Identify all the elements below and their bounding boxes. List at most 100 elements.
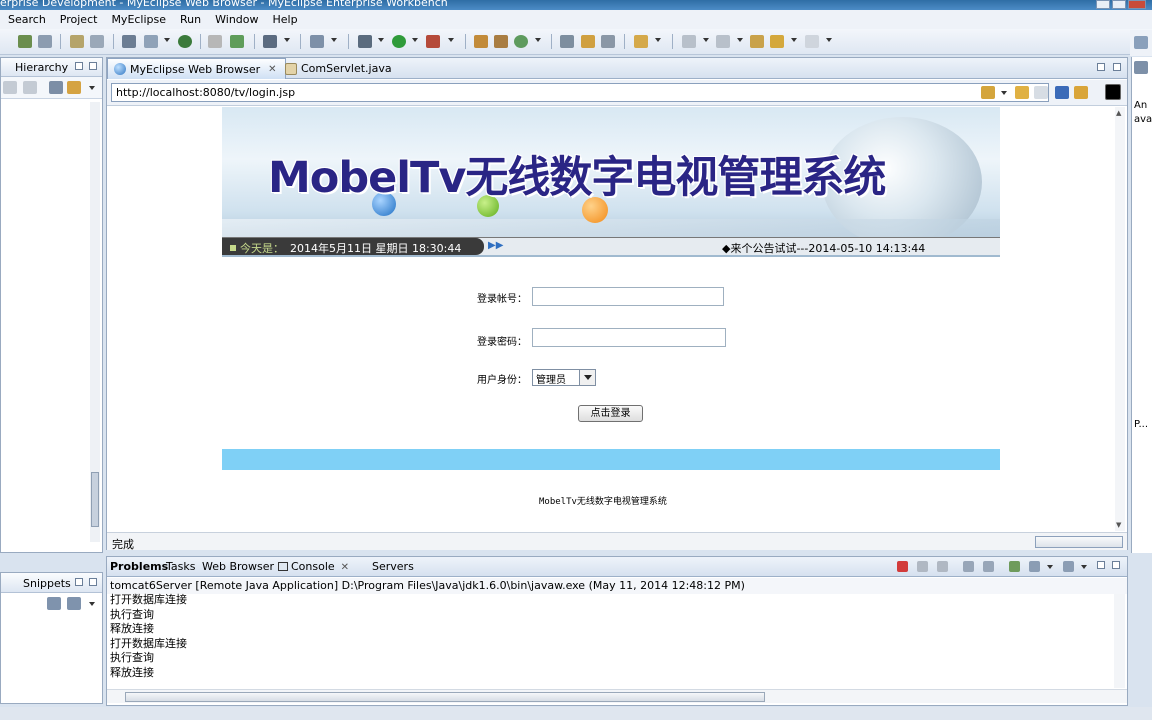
run-icon[interactable]: [392, 35, 406, 48]
menu-help[interactable]: Help: [273, 13, 298, 26]
menu-search[interactable]: Search: [8, 13, 46, 26]
browser-back-icon[interactable]: [1015, 86, 1029, 99]
perspective-icon[interactable]: [1134, 36, 1148, 49]
tab-comservlet[interactable]: ComServlet.java: [279, 58, 400, 79]
tab-snippets[interactable]: Snippets: [23, 577, 71, 590]
view-menu-icon[interactable]: [89, 602, 95, 606]
run-dropdown-icon[interactable]: [412, 38, 418, 42]
minimize-view-icon[interactable]: [75, 578, 83, 586]
pin-console-icon[interactable]: [1009, 561, 1020, 572]
maximize-view-icon[interactable]: [89, 62, 97, 70]
announcement-link[interactable]: ◆来个公告试试---2014-05-10 14:13:44: [722, 240, 925, 256]
search-tool-icon[interactable]: [601, 35, 615, 48]
tab-console[interactable]: Console ✕: [278, 560, 349, 573]
menu-run[interactable]: Run: [180, 13, 201, 26]
tab-tasks[interactable]: Tasks: [166, 560, 195, 573]
maximize-view-icon[interactable]: [1112, 561, 1120, 569]
menu-myeclipse[interactable]: MyEclipse: [111, 13, 166, 26]
external-tools-icon[interactable]: [426, 35, 440, 48]
remove-launch-icon[interactable]: [917, 561, 928, 572]
terminate-icon[interactable]: [897, 561, 908, 572]
snippet-insert-icon[interactable]: [47, 597, 61, 610]
scrollbar-thumb[interactable]: [91, 472, 99, 527]
new-wizard-icon[interactable]: [18, 35, 32, 48]
refresh-icon[interactable]: [230, 35, 244, 48]
open-console-icon[interactable]: [1063, 561, 1074, 572]
collapse-all-icon[interactable]: [49, 81, 63, 94]
new-project-icon[interactable]: [70, 35, 84, 48]
tab-web-browser-view[interactable]: Web Browser: [202, 560, 274, 573]
maximize-button[interactable]: [1112, 0, 1126, 9]
prev-annotation-icon[interactable]: [716, 35, 730, 48]
scroll-up-icon[interactable]: ▲: [1116, 109, 1121, 117]
console-vertical-scrollbar[interactable]: [1114, 594, 1125, 688]
new-file-icon[interactable]: [90, 35, 104, 48]
forward-dropdown-icon[interactable]: [826, 38, 832, 42]
menu-project[interactable]: Project: [60, 13, 98, 26]
folder-dropdown-icon[interactable]: [655, 38, 661, 42]
tools-dropdown-icon[interactable]: [1001, 91, 1007, 95]
save-icon[interactable]: [38, 35, 52, 48]
new-class-icon[interactable]: [474, 35, 488, 48]
open-perspective-icon[interactable]: [560, 35, 574, 48]
new-dropdown-icon[interactable]: [535, 38, 541, 42]
open-type-icon[interactable]: [208, 35, 222, 48]
role-select[interactable]: 管理员: [532, 369, 596, 386]
new-interface-icon[interactable]: [514, 35, 528, 48]
new-package-icon[interactable]: [494, 35, 508, 48]
page-vertical-scrollbar[interactable]: ▲ ▼: [1115, 107, 1125, 531]
deploy-icon[interactable]: [122, 35, 136, 48]
minimize-view-icon[interactable]: [1097, 561, 1105, 569]
display-console-dropdown-icon[interactable]: [1047, 565, 1053, 569]
prev-annotation-dropdown-icon[interactable]: [737, 38, 743, 42]
display-console-icon[interactable]: [1029, 561, 1040, 572]
browser-forward-icon[interactable]: [1034, 86, 1048, 99]
outline-icon[interactable]: [1134, 61, 1148, 74]
tab-web-browser[interactable]: MyEclipse Web Browser ✕: [107, 58, 286, 79]
tab-properties[interactable]: P...: [1134, 419, 1148, 430]
close-button[interactable]: [1128, 0, 1146, 9]
account-input[interactable]: [532, 287, 724, 306]
server-icon[interactable]: [144, 35, 158, 48]
minimize-view-icon[interactable]: [75, 62, 83, 70]
view-menu-icon[interactable]: [89, 86, 95, 90]
forward-icon[interactable]: [805, 35, 819, 48]
menu-window[interactable]: Window: [215, 13, 258, 26]
external-tools-dropdown-icon[interactable]: [448, 38, 454, 42]
globe-icon[interactable]: [178, 35, 192, 48]
maximize-editor-icon[interactable]: [1113, 63, 1121, 71]
chevron-down-icon[interactable]: [579, 370, 595, 385]
next-annotation-dropdown-icon[interactable]: [703, 38, 709, 42]
folder-icon[interactable]: [634, 35, 648, 48]
back-dropdown-icon[interactable]: [791, 38, 797, 42]
monitor-icon[interactable]: [263, 35, 277, 48]
hierarchy-scrollbar[interactable]: [90, 102, 100, 542]
debug-icon[interactable]: [358, 35, 372, 48]
snippet-customize-icon[interactable]: [67, 597, 81, 610]
debug-dropdown-icon[interactable]: [378, 38, 384, 42]
minimize-button[interactable]: [1096, 0, 1110, 9]
maximize-view-icon[interactable]: [89, 578, 97, 586]
console-output[interactable]: 打开数据库连接 执行查询 释放连接 打开数据库连接 执行查询 释放连接: [110, 593, 1100, 685]
tools-icon[interactable]: [981, 86, 995, 99]
remove-all-icon[interactable]: [937, 561, 948, 572]
package-dropdown-icon[interactable]: [331, 38, 337, 42]
back-icon[interactable]: [770, 35, 784, 48]
url-input[interactable]: http://localhost:8080/tv/login.jsp: [111, 83, 1049, 102]
package-icon[interactable]: [310, 35, 324, 48]
pencil-icon[interactable]: [581, 35, 595, 48]
password-input[interactable]: [532, 328, 726, 347]
last-edit-icon[interactable]: [750, 35, 764, 48]
scroll-down-icon[interactable]: ▼: [1116, 521, 1121, 529]
scroll-lock-icon[interactable]: [983, 561, 994, 572]
link-editor-icon[interactable]: [67, 81, 81, 94]
scrollbar-thumb[interactable]: [125, 692, 765, 702]
minimize-editor-icon[interactable]: [1097, 63, 1105, 71]
server-dropdown-icon[interactable]: [164, 38, 170, 42]
tab-hierarchy[interactable]: Hierarchy: [15, 61, 68, 74]
browser-refresh-icon[interactable]: [1074, 86, 1088, 99]
clear-console-icon[interactable]: [963, 561, 974, 572]
stop-icon[interactable]: [1055, 86, 1069, 99]
next-annotation-icon[interactable]: [682, 35, 696, 48]
console-horizontal-scrollbar[interactable]: [107, 689, 1127, 703]
